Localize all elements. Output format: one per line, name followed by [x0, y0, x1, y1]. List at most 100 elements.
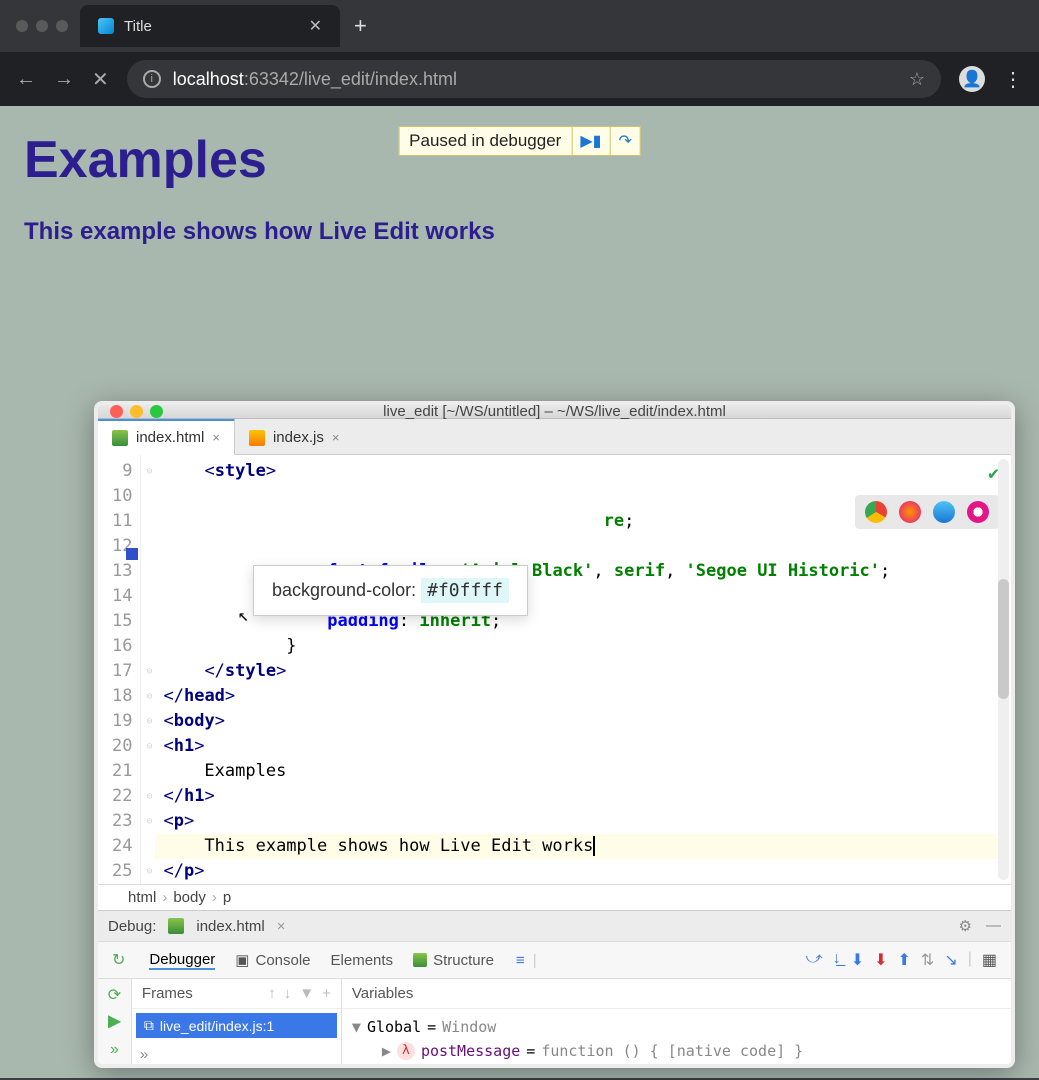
- ide-close[interactable]: [110, 405, 123, 418]
- site-info-icon[interactable]: i: [143, 70, 161, 88]
- stack-frame[interactable]: ⧉ live_edit/index.js:1: [136, 1013, 337, 1038]
- code-line[interactable]: <body>: [163, 709, 1005, 734]
- lambda-icon: λ: [397, 1066, 415, 1068]
- opera-icon[interactable]: [967, 501, 989, 523]
- tab-label: index.html: [136, 429, 204, 446]
- step-controls: ⤻ ↓̲ ⬇ ⬇ ⬆ ⇅ ↘ | ▦: [806, 950, 1007, 970]
- gutter-color-marker[interactable]: [126, 548, 138, 560]
- frame-up-icon[interactable]: ↑: [268, 985, 276, 1002]
- code-line[interactable]: <h1>: [163, 734, 1005, 759]
- stop-button[interactable]: ✕: [92, 67, 109, 92]
- code-line[interactable]: </h1>: [163, 784, 1005, 809]
- debugger-resume-button[interactable]: ▶▮: [571, 127, 609, 155]
- tab-close-icon[interactable]: ✕: [309, 16, 322, 36]
- tab-title: Title: [124, 18, 152, 35]
- forward-button[interactable]: →: [54, 68, 74, 91]
- tab-close-icon[interactable]: ×: [332, 430, 340, 445]
- code-area[interactable]: ✔ <style> re; font-family: 'Arial Black'…: [157, 455, 1011, 884]
- frame-js-icon: ⧉: [144, 1017, 154, 1034]
- debug-config-close-icon[interactable]: ×: [277, 918, 286, 935]
- window-maximize[interactable]: [56, 20, 68, 32]
- debug-tabs: Debugger ▣ Console Elements Structure: [135, 943, 508, 978]
- debug-tab[interactable]: ▣ Console: [235, 951, 310, 970]
- frames-panel: Frames ↑ ↓ ▼ + ⧉ live_edit/index.js:1 »: [132, 979, 342, 1068]
- ide-minimize[interactable]: [130, 405, 143, 418]
- var-row[interactable]: ▶ λ blur = function () { [native code] }: [352, 1063, 1001, 1068]
- open-in-browser-panel: [855, 495, 999, 529]
- frame-down-icon[interactable]: ↓: [284, 985, 292, 1002]
- debug-tool-window-header[interactable]: Debug: index.html × ⚙ —: [98, 910, 1011, 941]
- frames-more[interactable]: »: [132, 1042, 341, 1067]
- var-row[interactable]: ▼ Global = Window: [352, 1015, 1001, 1039]
- debug-tab[interactable]: Structure: [413, 951, 494, 970]
- code-line[interactable]: </p>: [163, 859, 1005, 884]
- layout-icon[interactable]: ▦: [982, 950, 997, 970]
- bookmark-star-icon[interactable]: ☆: [909, 69, 925, 90]
- settings-icon[interactable]: ⚙: [959, 917, 972, 935]
- threads-icon[interactable]: ≡: [508, 952, 533, 969]
- breadcrumb-segment[interactable]: body: [173, 889, 206, 906]
- window-traffic-lights: [10, 20, 80, 32]
- firefox-icon[interactable]: [899, 501, 921, 523]
- breadcrumb-segment[interactable]: p: [223, 889, 231, 906]
- debug-label: Debug:: [108, 918, 156, 935]
- minimize-panel-icon[interactable]: —: [986, 917, 1001, 935]
- var-row[interactable]: ▶ λ postMessage = function () { [native …: [352, 1039, 1001, 1063]
- browser-menu-icon[interactable]: ⋮: [1003, 67, 1023, 92]
- browser-chrome: Title ✕ + ← → ✕ i localhost:63342/live_e…: [0, 0, 1039, 106]
- step-into-icon[interactable]: ↓̲: [833, 950, 841, 970]
- browser-tab[interactable]: Title ✕: [80, 5, 340, 47]
- chrome-icon[interactable]: [865, 501, 887, 523]
- variables-panel: Variables ▼ Global = Window▶ λ postMessa…: [342, 979, 1011, 1068]
- fold-gutter[interactable]: ⊖⊖⊖⊖⊖⊖⊖⊖⊖⊖⊖⊖⊖⊖⊖⊖⊖: [141, 455, 157, 884]
- back-button[interactable]: ←: [16, 68, 36, 91]
- structure-icon: [413, 953, 427, 967]
- evaluate-icon[interactable]: ⇅: [921, 950, 934, 970]
- url-input[interactable]: i localhost:63342/live_edit/index.html ☆: [127, 60, 941, 98]
- editor-breadcrumb[interactable]: html›body›p: [98, 884, 1011, 910]
- window-minimize[interactable]: [36, 20, 48, 32]
- drop-frame-icon[interactable]: ↘: [944, 950, 957, 970]
- rerun-button[interactable]: ↻: [108, 946, 129, 974]
- tab-label: index.js: [273, 429, 324, 446]
- editor-tab[interactable]: index.js ×: [235, 421, 353, 454]
- address-bar: ← → ✕ i localhost:63342/live_edit/index.…: [0, 52, 1039, 106]
- editor-scrollbar[interactable]: [998, 459, 1009, 880]
- code-line[interactable]: <style>: [163, 459, 1005, 484]
- code-line[interactable]: </style>: [163, 659, 1005, 684]
- debug-side-controls: ⟳ ▶ »: [98, 979, 132, 1068]
- more-icon[interactable]: »: [102, 1037, 127, 1063]
- debugger-step-button[interactable]: ↷: [609, 127, 639, 155]
- debug-tab[interactable]: Debugger: [149, 951, 215, 970]
- new-tab-button[interactable]: +: [340, 13, 381, 39]
- code-line[interactable]: Examples: [163, 759, 1005, 784]
- code-line[interactable]: [163, 534, 1005, 559]
- file-icon: [112, 430, 128, 446]
- restart-icon[interactable]: ⟳: [102, 985, 127, 1005]
- safari-icon[interactable]: [933, 501, 955, 523]
- breadcrumb-segment[interactable]: html: [128, 889, 156, 906]
- debug-tab[interactable]: Elements: [331, 951, 394, 970]
- code-line[interactable]: This example shows how Live Edit works: [155, 834, 1005, 859]
- force-step-into-icon[interactable]: ⬇: [851, 950, 864, 970]
- step-over-icon[interactable]: ⤻: [806, 950, 823, 970]
- ide-titlebar[interactable]: live_edit [~/WS/untitled] – ~/WS/live_ed…: [98, 405, 1011, 419]
- tab-close-icon[interactable]: ×: [212, 430, 220, 445]
- code-line[interactable]: }: [163, 634, 1005, 659]
- window-close[interactable]: [16, 20, 28, 32]
- ide-maximize[interactable]: [150, 405, 163, 418]
- tab-strip: Title ✕ +: [0, 0, 1039, 52]
- run-to-cursor-icon[interactable]: ⬆: [898, 950, 911, 970]
- profile-avatar-icon[interactable]: 👤: [959, 66, 985, 92]
- code-line[interactable]: <p>: [163, 809, 1005, 834]
- resume-icon[interactable]: ▶: [102, 1011, 127, 1031]
- mouse-cursor-icon: ↖: [238, 605, 249, 626]
- favicon-icon: [98, 18, 114, 34]
- code-line[interactable]: </head>: [163, 684, 1005, 709]
- frame-add-icon[interactable]: +: [322, 985, 331, 1002]
- step-out-icon[interactable]: ⬇: [874, 950, 887, 970]
- frame-filter-icon[interactable]: ▼: [299, 985, 314, 1002]
- editor-tab[interactable]: index.html ×: [98, 418, 235, 455]
- code-editor[interactable]: 910111213141516171819202122232425 ⊖⊖⊖⊖⊖⊖…: [98, 455, 1011, 884]
- tooltip-label: background-color:: [272, 580, 416, 600]
